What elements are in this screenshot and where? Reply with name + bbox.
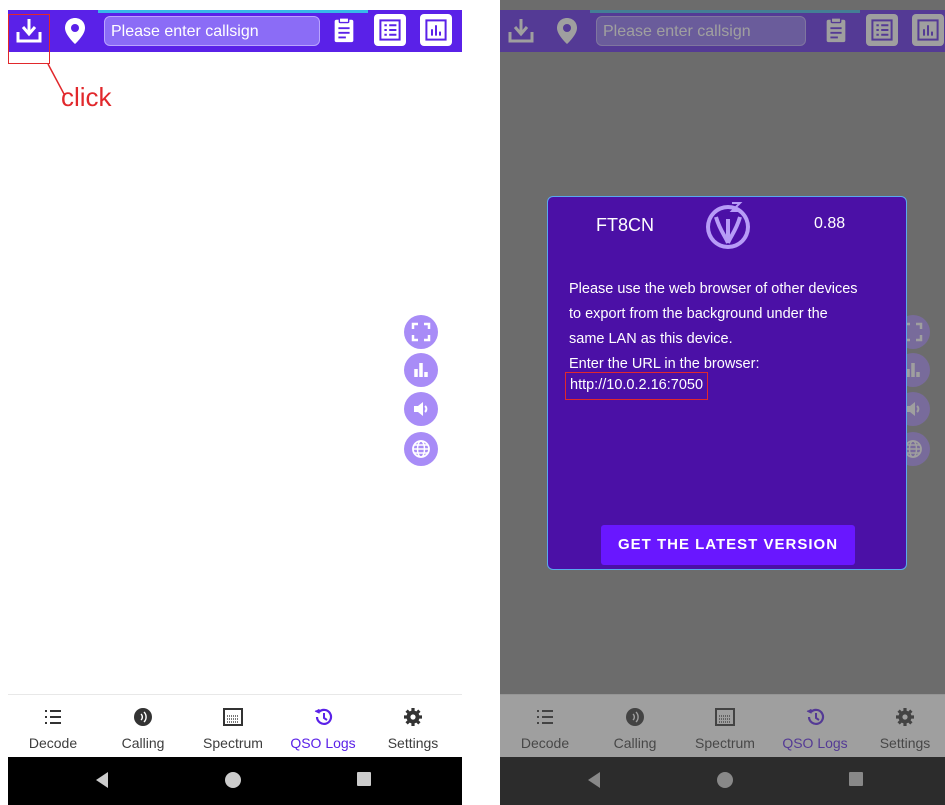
gear-icon — [404, 708, 422, 726]
list-view-button[interactable] — [374, 14, 406, 46]
spectrum-icon — [223, 708, 243, 726]
left-screen: Please enter callsign Decode Calling Spe… — [8, 0, 462, 805]
dialog-line-3: same LAN as this device. — [569, 331, 733, 347]
history-icon — [314, 708, 333, 725]
calling-icon — [134, 708, 152, 726]
app-logo-icon — [706, 202, 750, 249]
list-box-icon — [379, 19, 401, 41]
dialog-line-2: to export from the background under the — [569, 306, 828, 322]
bar-chart-icon — [425, 19, 447, 41]
accent-line — [98, 10, 368, 13]
clipboard-button[interactable] — [328, 14, 360, 46]
list-icon — [45, 710, 61, 724]
bottom-nav: Decode Calling Spectrum QSO Logs Setting… — [8, 694, 462, 757]
nav-qso-logs-label: QSO Logs — [290, 735, 356, 751]
dialog-app-name: FT8CN — [596, 215, 654, 235]
nav-settings-label: Settings — [387, 735, 439, 751]
dialog-line-1: Please use the web browser of other devi… — [569, 281, 858, 297]
chart-button[interactable] — [420, 14, 452, 46]
fullscreen-fab[interactable] — [404, 315, 438, 349]
back-icon[interactable] — [94, 771, 110, 789]
fullscreen-icon — [411, 322, 431, 342]
nav-decode[interactable]: Decode — [8, 695, 98, 757]
get-latest-version-button[interactable]: GET THE LATEST VERSION — [601, 525, 855, 565]
callsign-input[interactable]: Please enter callsign — [104, 16, 320, 46]
bars-icon — [414, 363, 428, 377]
web-fab[interactable] — [404, 432, 438, 466]
speaker-icon — [414, 402, 428, 416]
click-annotation: click — [61, 82, 112, 112]
system-nav-bar — [8, 757, 462, 805]
nav-calling-label: Calling — [121, 735, 165, 751]
recents-icon[interactable] — [356, 771, 372, 787]
dialog-message: Please use the web browser of other devi… — [569, 277, 899, 377]
nav-settings[interactable]: Settings — [368, 695, 458, 757]
right-screen: Please enter callsign — [500, 0, 945, 805]
nav-spectrum-label: Spectrum — [203, 735, 263, 751]
dialog-version: 0.88 — [814, 215, 846, 232]
waterfall-fab[interactable] — [404, 353, 438, 387]
nav-qso-logs[interactable]: QSO Logs — [278, 695, 368, 757]
home-icon[interactable] — [224, 771, 242, 789]
nav-spectrum[interactable]: Spectrum — [188, 695, 278, 757]
export-url[interactable]: http://10.0.2.16:7050 — [565, 372, 709, 400]
nav-calling[interactable]: Calling — [98, 695, 188, 757]
export-dialog: FT8CN 0.88 Please use the web browser of… — [547, 196, 907, 570]
clipboard-icon — [334, 17, 354, 43]
globe-icon — [412, 440, 430, 458]
volume-fab[interactable] — [404, 392, 438, 426]
nav-decode-label: Decode — [28, 735, 78, 751]
